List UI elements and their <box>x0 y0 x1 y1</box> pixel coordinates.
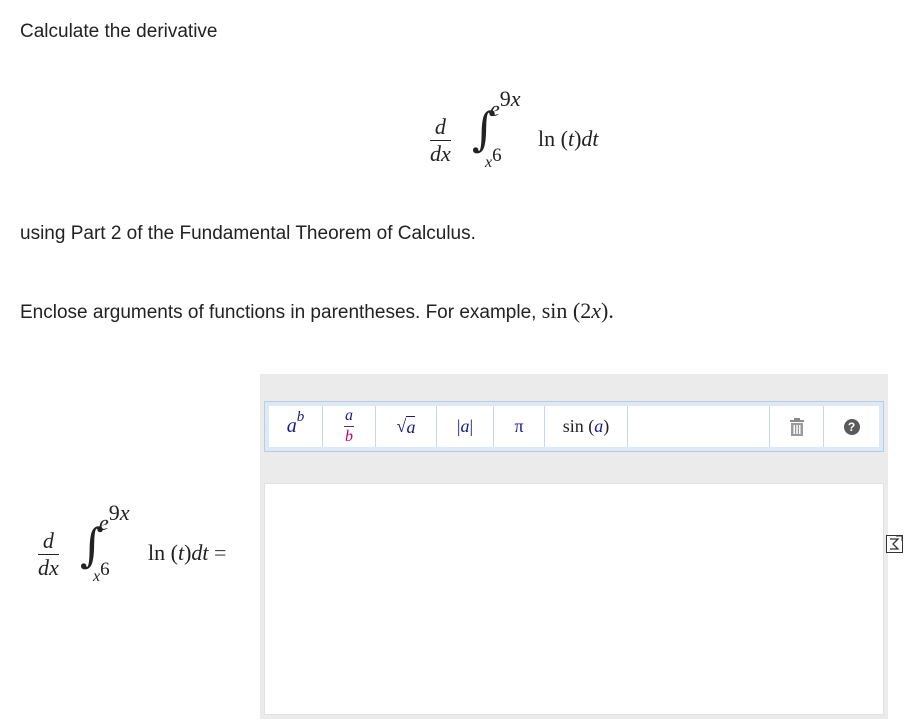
equation-editor-icon[interactable] <box>886 535 903 553</box>
sin-button[interactable]: sin (a) <box>545 406 628 447</box>
integrand: ln (t)dt <box>538 126 599 151</box>
abs-button[interactable]: | a | <box>437 406 494 447</box>
question-hint: Enclose arguments of functions in parent… <box>20 298 614 324</box>
hint-text: Enclose arguments of functions in parent… <box>20 302 537 323</box>
answer-d-dx-fraction: d dx <box>38 528 59 581</box>
derivative-integral-display: d dx ∫ e9x x6 ln (t)dt <box>428 88 628 178</box>
equals-sign: = <box>214 540 227 565</box>
help-icon: ? <box>843 418 860 435</box>
fraction-button[interactable]: a b <box>323 406 376 447</box>
trash-button[interactable] <box>770 406 824 447</box>
upper-limit: e9x <box>490 86 521 121</box>
answer-integrand: ln (t)dt = <box>148 540 227 565</box>
sqrt-button[interactable]: √ a <box>376 406 437 447</box>
superscript-button[interactable]: ab <box>269 406 323 447</box>
answer-input[interactable] <box>264 483 884 715</box>
answer-integral-label: d dx ∫ e9x x6 ln (t)dt = <box>38 500 258 590</box>
trash-icon <box>789 417 804 436</box>
lower-limit: x6 <box>485 145 502 171</box>
answer-upper-limit: e9x <box>99 500 130 535</box>
pi-button[interactable]: π <box>494 406 545 447</box>
question-method: using Part 2 of the Fundamental Theorem … <box>20 223 476 244</box>
help-button[interactable]: ? <box>824 406 879 447</box>
question-intro: Calculate the derivative <box>20 21 218 42</box>
d-dx-fraction: d dx <box>430 114 451 167</box>
answer-lower-limit: x6 <box>93 559 110 585</box>
hint-example: sin (2x). <box>541 298 614 323</box>
toolbar-spacer <box>628 406 770 447</box>
math-toolbar: ab a b √ a | a | π sin (a) ? <box>264 401 884 452</box>
